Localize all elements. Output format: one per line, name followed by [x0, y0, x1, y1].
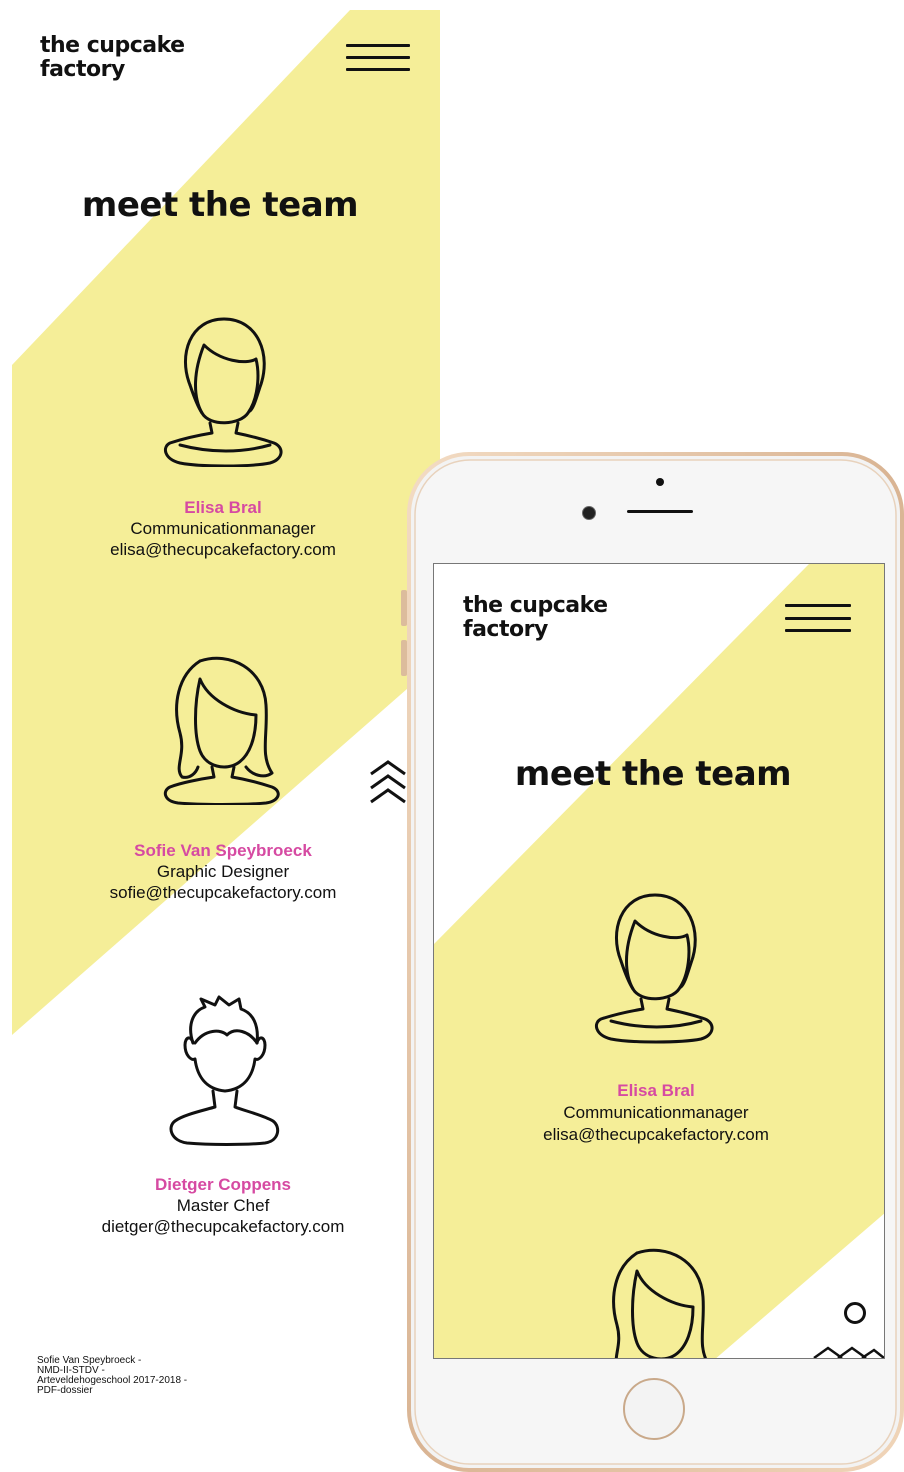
page-title: meet the team: [81, 185, 359, 225]
member-role: Communicationmanager: [563, 1103, 749, 1122]
brand-logo[interactable]: the cupcake factory: [40, 34, 185, 82]
page-footer: Sofie Van Speybroeck - NMD-II-STDV - Art…: [37, 1355, 188, 1396]
member-email[interactable]: sofie@thecupcakefactory.com: [0, 882, 446, 903]
woman-long-hair-icon: [163, 656, 280, 805]
volume-button: [401, 640, 407, 676]
speaker-grille: [627, 510, 693, 513]
front-camera: [582, 506, 596, 520]
member-email[interactable]: elisa@thecupcakefactory.com: [434, 1124, 878, 1146]
member-name: Dietger Coppens: [154, 1175, 292, 1194]
woman-short-hair-icon: [594, 893, 714, 1044]
chevron-up-triple-icon[interactable]: [368, 758, 408, 808]
volume-button: [401, 590, 407, 626]
team-member-card: Elisa Bral Communicationmanager elisa@th…: [434, 1080, 878, 1146]
member-role: Graphic Designer: [156, 862, 290, 881]
member-role: Master Chef: [176, 1196, 270, 1215]
woman-short-hair-icon: [163, 317, 283, 467]
proximity-sensor: [656, 478, 664, 486]
team-member-card: Elisa Bral Communicationmanager elisa@th…: [0, 497, 446, 560]
home-button[interactable]: [623, 1378, 685, 1440]
team-member-card: Sofie Van Speybroeck Graphic Designer so…: [0, 840, 446, 903]
woman-long-hair-icon: [612, 1248, 707, 1358]
chevron-up-triple-icon[interactable]: [812, 1344, 884, 1359]
member-name: Sofie Van Speybroeck: [134, 841, 312, 860]
brand-logo[interactable]: the cupcake factory: [463, 594, 608, 642]
member-name: Elisa Bral: [184, 498, 262, 517]
page-title: meet the team: [514, 754, 792, 794]
circle-outline-icon[interactable]: [844, 1302, 866, 1324]
team-member-card: Dietger Coppens Master Chef dietger@thec…: [0, 1174, 446, 1237]
man-spiky-hair-icon: [169, 995, 280, 1146]
member-email[interactable]: elisa@thecupcakefactory.com: [0, 539, 446, 560]
phone-screen: the cupcake factory meet the team Elisa …: [433, 563, 885, 1359]
hamburger-menu-icon[interactable]: [346, 44, 410, 71]
member-email[interactable]: dietger@thecupcakefactory.com: [0, 1216, 446, 1237]
member-role: Communicationmanager: [130, 519, 316, 538]
hamburger-menu-icon[interactable]: [785, 604, 851, 632]
member-name: Elisa Bral: [617, 1081, 695, 1100]
